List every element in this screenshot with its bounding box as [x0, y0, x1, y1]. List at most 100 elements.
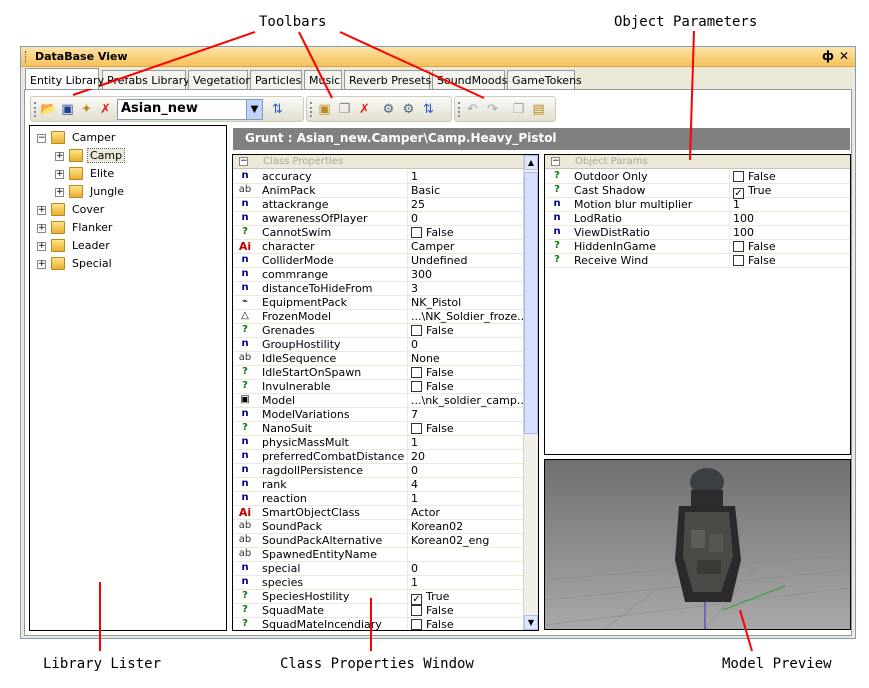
property-row[interactable]: n ModelVariations 7: [233, 408, 538, 422]
property-value[interactable]: ...\NK_Soldier_froze...: [407, 310, 528, 324]
property-value[interactable]: 7: [407, 408, 418, 422]
property-row[interactable]: n ViewDistRatio 100: [545, 226, 850, 240]
property-row[interactable]: n reaction 1: [233, 492, 538, 506]
expand-icon[interactable]: +: [55, 170, 64, 179]
save-library-icon[interactable]: ▣: [59, 101, 76, 118]
property-row[interactable]: n species 1: [233, 576, 538, 590]
library-select[interactable]: Asian_new ▼: [117, 99, 263, 120]
toolbar-grip-icon[interactable]: [310, 102, 312, 117]
redo-icon[interactable]: ↷: [484, 101, 501, 118]
property-row[interactable]: ab AnimPack Basic: [233, 184, 538, 198]
undo-icon[interactable]: ↶: [464, 101, 481, 118]
property-row[interactable]: ab SpawnedEntityName: [233, 548, 538, 562]
property-row[interactable]: n ColliderMode Undefined: [233, 254, 538, 268]
property-value[interactable]: 100: [729, 226, 754, 240]
property-value[interactable]: 0: [407, 338, 418, 352]
property-value[interactable]: False: [407, 422, 454, 436]
tab-music[interactable]: Music: [304, 70, 342, 89]
property-value[interactable]: 1: [407, 170, 418, 184]
expand-icon[interactable]: +: [37, 260, 46, 269]
property-row[interactable]: ? HiddenInGame False: [545, 240, 850, 254]
property-value[interactable]: ✓ True: [729, 184, 771, 199]
property-row[interactable]: ? Cast Shadow ✓ True: [545, 184, 850, 199]
clone-item-icon[interactable]: ❐: [336, 101, 353, 118]
property-row[interactable]: n preferredCombatDistance 20: [233, 450, 538, 464]
get-from-selection-icon[interactable]: ⚙: [400, 101, 417, 118]
reload-library-icon[interactable]: ⇅: [269, 101, 286, 118]
toolbar-grip-icon[interactable]: [34, 102, 36, 117]
assign-to-selection-icon[interactable]: ⚙: [380, 101, 397, 118]
property-value[interactable]: False: [407, 226, 454, 240]
checkbox[interactable]: [411, 423, 422, 434]
property-value[interactable]: False: [407, 366, 454, 380]
object-params-header[interactable]: − Object Params: [545, 155, 850, 169]
checkbox[interactable]: [411, 367, 422, 378]
property-row[interactable]: ▣ Model ...\nk_soldier_camp...: [233, 394, 538, 408]
checkbox[interactable]: [411, 381, 422, 392]
tree-item-label[interactable]: Jungle: [88, 185, 126, 198]
property-row[interactable]: ab IdleSequence None: [233, 352, 538, 366]
property-row[interactable]: ⌁ EquipmentPack NK_Pistol: [233, 296, 538, 310]
delete-library-icon[interactable]: ✗: [97, 101, 114, 118]
property-row[interactable]: n attackrange 25: [233, 198, 538, 212]
expand-icon[interactable]: +: [37, 242, 46, 251]
property-value[interactable]: False: [407, 604, 454, 618]
tab-prefabs-library[interactable]: Prefabs Library: [102, 70, 190, 89]
remove-item-icon[interactable]: ✗: [356, 101, 373, 118]
property-row[interactable]: ? SquadMate False: [233, 604, 538, 618]
property-row[interactable]: n rank 4: [233, 478, 538, 492]
property-row[interactable]: ? Outdoor Only False: [545, 170, 850, 184]
property-value[interactable]: 1: [729, 198, 740, 212]
tab-vegetation[interactable]: Vegetation: [188, 70, 252, 89]
property-row[interactable]: n distanceToHideFrom 3: [233, 282, 538, 296]
collapse-icon[interactable]: −: [37, 134, 46, 143]
property-value[interactable]: 1: [407, 492, 418, 506]
property-value[interactable]: Camper: [407, 240, 454, 254]
pin-icon[interactable]: ф: [822, 49, 834, 63]
tab-particles[interactable]: Particles: [250, 70, 302, 89]
library-tree[interactable]: − Camper + Camp + Elite + Jungle + Cover…: [29, 125, 227, 631]
property-value[interactable]: Korean02: [407, 520, 463, 534]
property-row[interactable]: ? SquadMateIncendiary False: [233, 618, 538, 630]
property-row[interactable]: ? CannotSwim False: [233, 226, 538, 240]
property-row[interactable]: Ai character Camper: [233, 240, 538, 254]
open-library-icon[interactable]: 📂: [40, 101, 57, 118]
class-properties-header[interactable]: − Class Properties: [233, 155, 538, 169]
property-value[interactable]: False: [407, 324, 454, 338]
property-row[interactable]: n awarenessOfPlayer 0: [233, 212, 538, 226]
expand-icon[interactable]: +: [37, 206, 46, 215]
checkbox[interactable]: [411, 325, 422, 336]
tab-entity-library[interactable]: Entity Library: [25, 68, 104, 89]
reload-items-icon[interactable]: ⇅: [420, 101, 437, 118]
property-value[interactable]: False: [729, 170, 776, 184]
checkbox[interactable]: [411, 619, 422, 630]
property-value[interactable]: 3: [407, 282, 418, 296]
add-item-icon[interactable]: ▣: [316, 101, 333, 118]
checkbox[interactable]: [411, 605, 422, 616]
collapse-icon[interactable]: −: [551, 157, 560, 166]
property-value[interactable]: Korean02_eng: [407, 534, 489, 548]
model-preview-viewport[interactable]: [544, 459, 851, 630]
property-value[interactable]: ...\nk_soldier_camp...: [407, 394, 527, 408]
tree-item-label[interactable]: Camper: [70, 131, 117, 144]
scroll-thumb[interactable]: [524, 172, 538, 434]
copy-icon[interactable]: ❐: [510, 101, 527, 118]
tree-item-label[interactable]: Flanker: [70, 221, 114, 234]
property-value[interactable]: 100: [729, 212, 754, 226]
tree-item-label[interactable]: Camp: [86, 148, 126, 163]
property-value[interactable]: Basic: [407, 184, 440, 198]
property-value[interactable]: 25: [407, 198, 425, 212]
tree-item-label[interactable]: Cover: [70, 203, 106, 216]
tab-soundmoods[interactable]: SoundMoods: [432, 70, 507, 89]
property-value[interactable]: 0: [407, 464, 418, 478]
property-row[interactable]: ? Invulnerable False: [233, 380, 538, 394]
tree-item-label[interactable]: Elite: [88, 167, 116, 180]
property-row[interactable]: ? Receive Wind False: [545, 254, 850, 268]
property-row[interactable]: n ragdollPersistence 0: [233, 464, 538, 478]
property-row[interactable]: ? Grenades False: [233, 324, 538, 338]
property-value[interactable]: 1: [407, 576, 418, 590]
tree-item-label[interactable]: Leader: [70, 239, 112, 252]
property-row[interactable]: n commrange 300: [233, 268, 538, 282]
tree-item-label[interactable]: Special: [70, 257, 114, 270]
scroll-down-icon[interactable]: ▼: [524, 615, 538, 630]
